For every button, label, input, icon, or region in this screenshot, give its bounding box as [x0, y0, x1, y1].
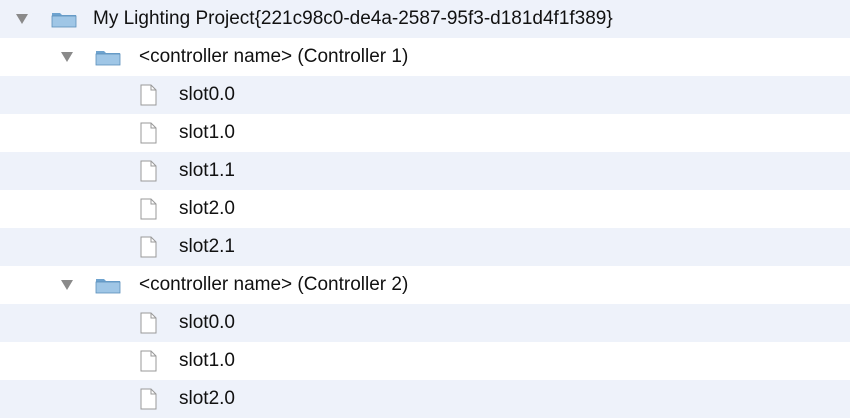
disclosure-triangle-icon[interactable]	[16, 14, 28, 24]
disclosure-triangle-icon[interactable]	[61, 280, 73, 290]
file-icon	[140, 122, 157, 144]
file-icon	[140, 312, 157, 334]
tree-row-controller[interactable]: <controller name> (Controller 1)	[0, 38, 850, 76]
tree-row-slot[interactable]: slot1.0	[0, 114, 850, 152]
tree-row-label: slot2.0	[179, 198, 235, 219]
tree-row-slot[interactable]: slot1.1	[0, 152, 850, 190]
tree-row-root[interactable]: My Lighting Project{221c98c0-de4a-2587-9…	[0, 0, 850, 38]
folder-icon	[95, 51, 121, 66]
tree-row-label: slot1.0	[179, 350, 235, 371]
tree-row-label: <controller name> (Controller 1)	[139, 46, 409, 67]
tree-row-slot[interactable]: slot1.0	[0, 342, 850, 380]
tree-row-slot[interactable]: slot0.0	[0, 304, 850, 342]
outline-tree: My Lighting Project{221c98c0-de4a-2587-9…	[0, 0, 850, 418]
tree-row-label: slot2.0	[179, 388, 235, 409]
file-icon	[140, 236, 157, 258]
file-icon	[140, 198, 157, 220]
file-icon	[140, 388, 157, 410]
file-icon	[140, 350, 157, 372]
tree-row-label: slot1.0	[179, 122, 235, 143]
tree-row-label: slot1.1	[179, 160, 235, 181]
tree-row-slot[interactable]: slot2.1	[0, 228, 850, 266]
tree-row-label: My Lighting Project{221c98c0-de4a-2587-9…	[93, 8, 613, 29]
tree-row-label: <controller name> (Controller 2)	[139, 274, 409, 295]
tree-row-controller[interactable]: <controller name> (Controller 2)	[0, 266, 850, 304]
disclosure-triangle-icon[interactable]	[61, 52, 73, 62]
folder-icon	[51, 13, 77, 28]
tree-row-slot[interactable]: slot2.0	[0, 190, 850, 228]
tree-row-label: slot2.1	[179, 236, 235, 257]
file-icon	[140, 84, 157, 106]
file-icon	[140, 160, 157, 182]
tree-row-slot[interactable]: slot0.0	[0, 76, 850, 114]
folder-icon	[95, 279, 121, 294]
tree-row-slot[interactable]: slot2.0	[0, 380, 850, 418]
tree-row-label: slot0.0	[179, 312, 235, 333]
tree-row-label: slot0.0	[179, 84, 235, 105]
